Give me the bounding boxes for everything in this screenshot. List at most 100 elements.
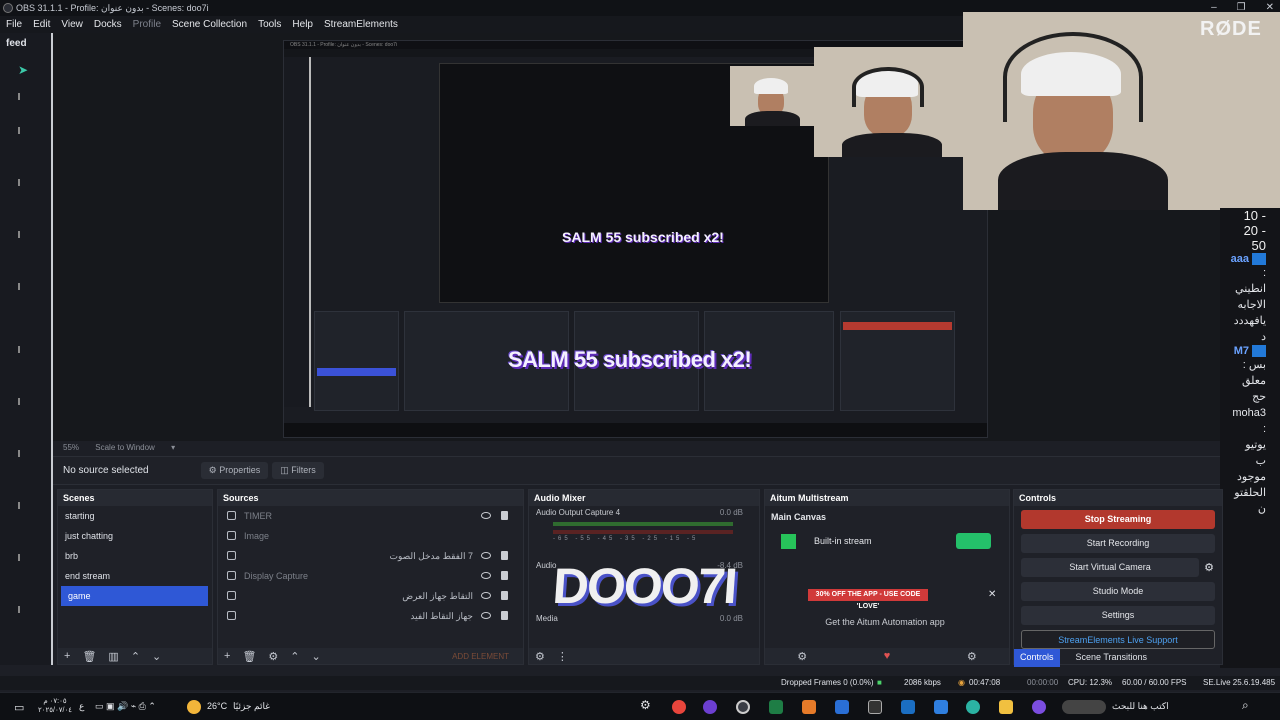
se-live-support-button[interactable]: StreamElements Live Support	[1021, 630, 1215, 649]
promo-banner[interactable]: 30% OFF THE APP - USE CODE 'LOVE'	[808, 589, 928, 610]
settings-app-icon[interactable]: ⚙	[640, 698, 651, 712]
lock-icon[interactable]	[501, 551, 508, 560]
settings-icon[interactable]: ⚙	[967, 650, 977, 663]
lock-icon[interactable]	[501, 571, 508, 580]
tab-controls[interactable]: Controls	[1014, 649, 1060, 667]
trash-icon[interactable]: 🗑	[82, 650, 96, 663]
obs-icon[interactable]	[736, 700, 750, 714]
chat-username[interactable]: moha3	[1220, 405, 1266, 421]
edge-icon[interactable]	[966, 700, 980, 714]
source-item[interactable]: Display Capture	[218, 566, 523, 586]
add-icon[interactable]: +	[64, 650, 70, 662]
start-virtual-camera-button[interactable]: Start Virtual Camera	[1021, 558, 1200, 577]
scene-item[interactable]: brb	[58, 546, 212, 566]
scene-item-active[interactable]: game	[61, 586, 208, 606]
source-item[interactable]: جهاز التقاط الفيد	[218, 606, 523, 626]
chat-line: ن	[1257, 503, 1266, 516]
weather-temp[interactable]: 26°C	[207, 701, 227, 711]
chat-username[interactable]: aaa	[1220, 253, 1266, 265]
settings-button[interactable]: Settings	[1021, 606, 1215, 625]
lock-icon[interactable]	[501, 511, 508, 520]
weather-label[interactable]: غائم جزئيًا	[233, 701, 270, 712]
app-icon[interactable]	[835, 700, 849, 714]
lock-icon[interactable]	[501, 591, 508, 600]
weather-icon[interactable]	[187, 700, 201, 714]
more-icon[interactable]: ⋮	[557, 650, 568, 663]
move-up-icon[interactable]: ⌃	[290, 650, 299, 663]
gear-icon[interactable]: ⚙	[1204, 561, 1214, 574]
filter-icon[interactable]: ▥	[108, 650, 118, 663]
search-icon[interactable]: ⌕	[1242, 698, 1249, 713]
app-icon[interactable]	[703, 700, 717, 714]
eye-icon[interactable]	[481, 572, 491, 579]
scene-item[interactable]: end stream	[58, 566, 212, 586]
menu-view[interactable]: View	[61, 16, 83, 33]
get-app-link[interactable]: Get the Aitum Automation app	[768, 617, 1002, 631]
move-down-icon[interactable]: ⌄	[152, 650, 161, 663]
source-item[interactable]: 7 الفقط مدخل الصوت	[218, 546, 523, 566]
volume-meter	[553, 530, 733, 534]
gear-icon[interactable]: ⚙	[268, 650, 278, 663]
eye-icon[interactable]	[481, 552, 491, 559]
menu-help[interactable]: Help	[292, 16, 313, 33]
source-item[interactable]: Image	[218, 526, 523, 546]
menu-docks[interactable]: Docks	[94, 16, 122, 33]
menu-tools[interactable]: Tools	[258, 16, 281, 33]
scale-dropdown[interactable]: Scale to Window	[95, 443, 155, 452]
menu-profile[interactable]: Profile	[133, 16, 161, 33]
scene-item[interactable]: starting	[58, 506, 212, 526]
tray-icons[interactable]: ▭ ▣ 🔊 ⌁ ⎙ ⌃	[95, 701, 156, 712]
stream-toggle[interactable]	[956, 533, 991, 549]
nested-stop-button	[843, 322, 952, 330]
move-down-icon[interactable]: ⌄	[312, 650, 321, 663]
feed-title: feed	[6, 38, 27, 49]
scene-item[interactable]: just chatting	[58, 526, 212, 546]
chat-username[interactable]: M7	[1220, 345, 1266, 357]
heart-icon[interactable]: ♥	[884, 650, 891, 662]
move-up-icon[interactable]: ⌃	[131, 650, 140, 663]
feed-event-icon	[18, 606, 28, 613]
app-icon[interactable]	[802, 700, 816, 714]
chevron-down-icon[interactable]: ▾	[171, 443, 175, 452]
menu-edit[interactable]: Edit	[33, 16, 50, 33]
terminal-icon[interactable]	[868, 700, 882, 714]
clock[interactable]: ٠٧:٠٥ م ٢٠٢٥/٠٧/٠٤	[38, 697, 72, 715]
copilot-icon[interactable]	[1032, 700, 1046, 714]
add-icon[interactable]: +	[224, 650, 230, 662]
stop-streaming-button[interactable]: Stop Streaming	[1021, 510, 1215, 529]
lock-icon[interactable]	[501, 611, 508, 620]
properties-button[interactable]: ⚙ Properties	[200, 462, 269, 479]
eye-icon[interactable]	[481, 592, 491, 599]
chrome-icon[interactable]	[672, 700, 686, 714]
source-item[interactable]: TIMER	[218, 506, 523, 526]
menu-file[interactable]: File	[6, 16, 22, 33]
eye-icon[interactable]	[481, 612, 491, 619]
chat-line: الاجابه	[1237, 299, 1266, 312]
gear-icon[interactable]: ⚙	[535, 650, 545, 663]
menu-streamelements[interactable]: StreamElements	[324, 16, 398, 33]
tab-scene-transitions[interactable]: Scene Transitions	[1070, 649, 1154, 667]
eye-icon[interactable]	[481, 512, 491, 519]
add-element-button[interactable]: ADD ELEMENT	[452, 652, 509, 661]
main-canvas-label: Main Canvas	[771, 512, 827, 522]
send-icon[interactable]: ➤	[18, 63, 28, 77]
close-icon[interactable]: ✕	[988, 589, 996, 600]
zoom-level[interactable]: 55%	[63, 443, 79, 452]
menu-scene-collection[interactable]: Scene Collection	[172, 16, 247, 33]
filters-button[interactable]: ◫ Filters	[272, 462, 324, 479]
source-item[interactable]: التقاط جهاز العرض	[218, 586, 523, 606]
start-recording-button[interactable]: Start Recording	[1021, 534, 1215, 553]
desktop-icon[interactable]: ▭	[14, 701, 24, 714]
mail-icon[interactable]	[901, 700, 915, 714]
app-icon[interactable]	[769, 700, 783, 714]
feed-event-icon	[18, 179, 28, 186]
fps-readout: 60.00 / 60.00 FPS	[1122, 678, 1187, 687]
store-icon[interactable]	[934, 700, 948, 714]
search-placeholder[interactable]: اكتب هنا للبحث	[1112, 701, 1169, 712]
studio-mode-button[interactable]: Studio Mode	[1021, 582, 1215, 601]
folder-icon[interactable]	[999, 700, 1013, 714]
gear-icon[interactable]: ⚙	[797, 650, 807, 663]
language-indicator[interactable]: ع	[79, 701, 84, 712]
signal-icon: ■	[877, 678, 882, 687]
trash-icon[interactable]: 🗑	[242, 650, 256, 663]
